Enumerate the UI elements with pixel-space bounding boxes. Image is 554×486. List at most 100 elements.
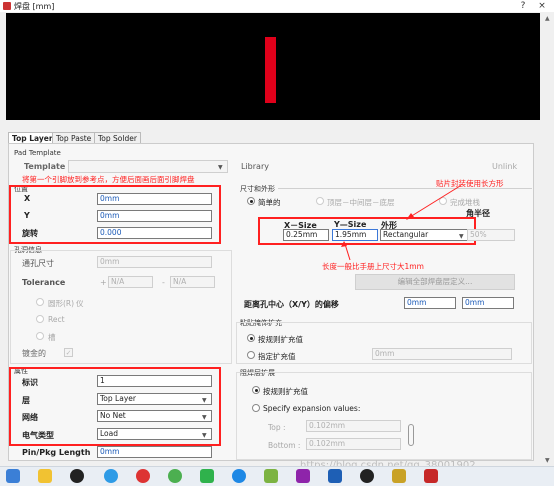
layer-select[interactable]: Top Layer ▼	[97, 393, 212, 405]
browser-icon[interactable]	[104, 469, 118, 483]
pad-app-icon	[3, 2, 11, 10]
rotation-input[interactable]: 0.000	[97, 227, 212, 239]
slot-hole-label: 槽	[48, 333, 56, 342]
chrome-icon[interactable]	[168, 469, 182, 483]
chevron-down-icon: ▼	[202, 414, 207, 421]
title-bar: 焊盘 [mm] ? ×	[0, 0, 554, 12]
netease-music-icon[interactable]	[136, 469, 150, 483]
x-size-input[interactable]: 0.25mm	[283, 229, 329, 241]
electrical-type-label: 电气类型	[22, 431, 54, 440]
word-icon[interactable]	[328, 469, 342, 483]
paste-rule-label: 按规则扩充值	[258, 335, 303, 344]
solder-bottom-input[interactable]: 0.102mm	[306, 438, 401, 450]
chevron-down-icon: ▼	[202, 397, 207, 404]
pad-template-heading: Pad Template	[14, 149, 61, 157]
edit-all-pad-layers-button[interactable]: 编辑全部焊盘层定义...	[355, 274, 515, 290]
length-note-arrow-head	[341, 241, 347, 247]
x-position-input[interactable]: 0mm	[97, 193, 212, 205]
hole-size-input[interactable]: 0mm	[97, 256, 212, 268]
solder-rule-label: 按规则扩充值	[263, 387, 308, 396]
offset-label: 距离孔中心（X/Y）的偏移	[244, 300, 339, 309]
tolerance-minus-sign: -	[162, 278, 165, 287]
scroll-down-arrow-icon[interactable]: ▼	[545, 457, 550, 464]
shape-select-value: Rectangular	[383, 230, 429, 239]
solder-specify-radio[interactable]	[252, 404, 260, 412]
chevron-down-icon: ▼	[218, 164, 223, 171]
electrical-type-value: Load	[100, 429, 118, 438]
clover-icon[interactable]	[200, 469, 214, 483]
window-title: 焊盘 [mm]	[14, 2, 55, 11]
top-mid-bottom-radio[interactable]	[316, 197, 324, 205]
simple-label: 简单的	[258, 198, 281, 207]
plated-label: 镀金的	[22, 349, 46, 358]
altium-icon[interactable]	[392, 469, 406, 483]
solder-specify-label: Specify expansion values:	[263, 404, 361, 413]
solder-top-input[interactable]: 0.102mm	[306, 420, 401, 432]
solder-rule-radio[interactable]	[252, 386, 260, 394]
y-size-header: Y—Size	[334, 220, 367, 229]
net-select-value: No Net	[100, 411, 126, 420]
y-position-input[interactable]: 0mm	[97, 210, 212, 222]
length-note-arrow	[341, 241, 351, 261]
offset-y-input[interactable]: 0mm	[462, 297, 514, 309]
tab-top-layer[interactable]: Top Layer	[8, 132, 57, 143]
y-label: Y	[24, 211, 30, 220]
vertical-scrollbar[interactable]: ▲ ▼	[543, 13, 554, 466]
annotation-arrow-line	[409, 185, 461, 218]
template-label: Template	[24, 162, 66, 171]
solder-bottom-label: Bottom :	[268, 441, 301, 450]
chat-icon[interactable]	[264, 469, 278, 483]
corner-radius-input[interactable]: 50%	[467, 229, 515, 241]
paste-value-input[interactable]: 0mm	[372, 348, 512, 360]
electrical-type-select[interactable]: Load ▼	[97, 428, 212, 440]
layer-select-value: Top Layer	[100, 394, 136, 403]
tolerance-plus-input[interactable]: N/A	[108, 276, 153, 288]
layer-label: 层	[22, 396, 30, 405]
pad-shape-preview	[265, 37, 276, 103]
round-hole-label: 圆形(R)	[48, 299, 75, 308]
qq-icon[interactable]	[70, 469, 84, 483]
paste-specify-radio[interactable]	[247, 351, 255, 359]
rotation-label: 旋转	[22, 229, 38, 238]
hole-size-label: 通孔尺寸	[22, 259, 54, 268]
file-explorer-icon[interactable]	[38, 469, 52, 483]
close-button[interactable]: ×	[535, 0, 549, 12]
slot-hole-radio[interactable]	[36, 332, 44, 340]
qq-icon-2[interactable]	[360, 469, 374, 483]
unlink-button[interactable]: Unlink	[492, 162, 517, 171]
offset-x-input[interactable]: 0mm	[404, 297, 456, 309]
start-icon[interactable]	[6, 469, 20, 483]
paste-specify-label: 指定扩充值	[258, 352, 296, 361]
pdf-icon[interactable]	[424, 469, 438, 483]
tab-top-solder[interactable]: Top Solder	[94, 132, 141, 143]
pin-length-label: Pin/Pkg Length	[22, 448, 91, 457]
pin-length-input[interactable]: 0mm	[97, 446, 212, 458]
solder-top-label: Top :	[268, 423, 286, 432]
plated-checkbox[interactable]: ✓	[64, 348, 73, 357]
length-note-arrow-line	[344, 243, 351, 261]
edge-icon[interactable]	[232, 469, 246, 483]
rect-hole-label: Rect	[48, 315, 65, 324]
round-hole-radio[interactable]	[36, 298, 44, 306]
length-note: 长度一般比手册上尺寸大1mm	[322, 262, 424, 271]
scroll-up-arrow-icon[interactable]: ▲	[545, 15, 550, 22]
size-shape-heading: 尺寸和外形	[240, 185, 275, 193]
simple-radio[interactable]	[247, 197, 255, 205]
top-mid-bottom-label: 顶层－中间层－底层	[327, 198, 395, 207]
library-label: Library	[241, 162, 269, 171]
template-select[interactable]: ▼	[68, 160, 228, 173]
tab-top-paste[interactable]: Top Paste	[52, 132, 96, 143]
link-chain-icon[interactable]	[408, 424, 414, 446]
paste-rule-radio[interactable]	[247, 334, 255, 342]
app-icon[interactable]	[296, 469, 310, 483]
chevron-down-icon: ▼	[202, 432, 207, 439]
tolerance-minus-input[interactable]: N/A	[170, 276, 215, 288]
help-button[interactable]: ?	[516, 0, 530, 12]
designator-input[interactable]: 1	[97, 375, 212, 387]
rect-hole-radio[interactable]	[36, 315, 44, 323]
tolerance-plus-sign: +	[100, 278, 107, 287]
net-label: 网络	[22, 413, 38, 422]
shape-select[interactable]: Rectangular ▼	[380, 229, 468, 241]
net-select[interactable]: No Net ▼	[97, 410, 212, 422]
reference-point-note: 将第一个引脚放到参考点，方便后面画后面引脚焊盘	[22, 175, 195, 184]
